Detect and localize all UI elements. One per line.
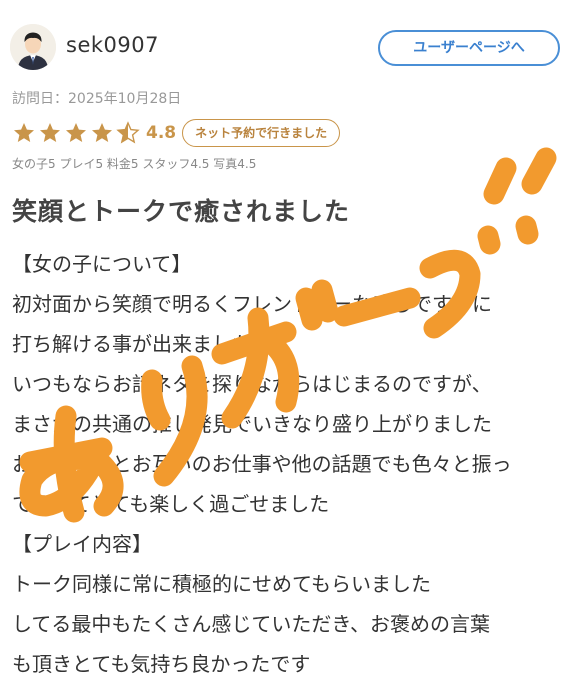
review-line: 【女の子について】 bbox=[12, 252, 192, 276]
review-line: 打ち解ける事が出来ました bbox=[12, 332, 252, 356]
rating-row: 4.8 ネット予約で行きました bbox=[12, 118, 341, 148]
star-full-icon bbox=[66, 123, 86, 142]
review-line: まさかの共通の推し発見でいきなり盛り上がりました bbox=[12, 412, 492, 436]
review-body: 【女の子について】 初対面から笑顔で明るくフレンドリーな感じですぐに 打ち解ける… bbox=[12, 244, 568, 684]
review-page: sek0907 ユーザーページへ 訪問日：2025年10月28日 4.8 ネット… bbox=[0, 0, 576, 687]
booking-badge: ネット予約で行きました bbox=[182, 119, 341, 147]
reviewer-header: sek0907 ユーザーページへ bbox=[10, 24, 560, 74]
review-line: お話しするとお互いのお仕事や他の話題でも色々と振っ bbox=[12, 452, 512, 476]
review-line: 【プレイ内容】 bbox=[12, 532, 152, 556]
review-line: いつもならお話ネタを探りながらはじまるのですが、 bbox=[12, 372, 492, 396]
review-line: も頂きとても気持ち良かったです bbox=[12, 652, 311, 676]
person-icon bbox=[10, 24, 56, 70]
visit-date: 訪問日：2025年10月28日 bbox=[12, 91, 182, 107]
review-line: してる最中もたくさん感じていただき、お褒めの言葉 bbox=[12, 612, 490, 636]
review-line: てくれてとても楽しく過ごせました bbox=[12, 492, 330, 516]
star-half-icon bbox=[116, 121, 140, 144]
review-title: 笑顔とトークで癒されました bbox=[12, 197, 351, 226]
star-full-icon bbox=[14, 123, 34, 142]
star-rating bbox=[12, 121, 140, 145]
star-full-icon bbox=[40, 123, 60, 142]
review-line: 初対面から笑顔で明るくフレンドリーな感じですぐに bbox=[12, 292, 492, 316]
user-avatar[interactable] bbox=[10, 24, 56, 70]
rating-value: 4.8 bbox=[146, 123, 177, 143]
review-line: トーク同様に常に積極的にせめてもらいました bbox=[12, 572, 431, 596]
sub-scores: 女の子5 プレイ5 料金5 スタッフ4.5 写真4.5 bbox=[12, 157, 257, 171]
star-full-icon bbox=[92, 123, 112, 142]
user-page-button[interactable]: ユーザーページへ bbox=[378, 30, 560, 66]
username[interactable]: sek0907 bbox=[66, 33, 159, 57]
